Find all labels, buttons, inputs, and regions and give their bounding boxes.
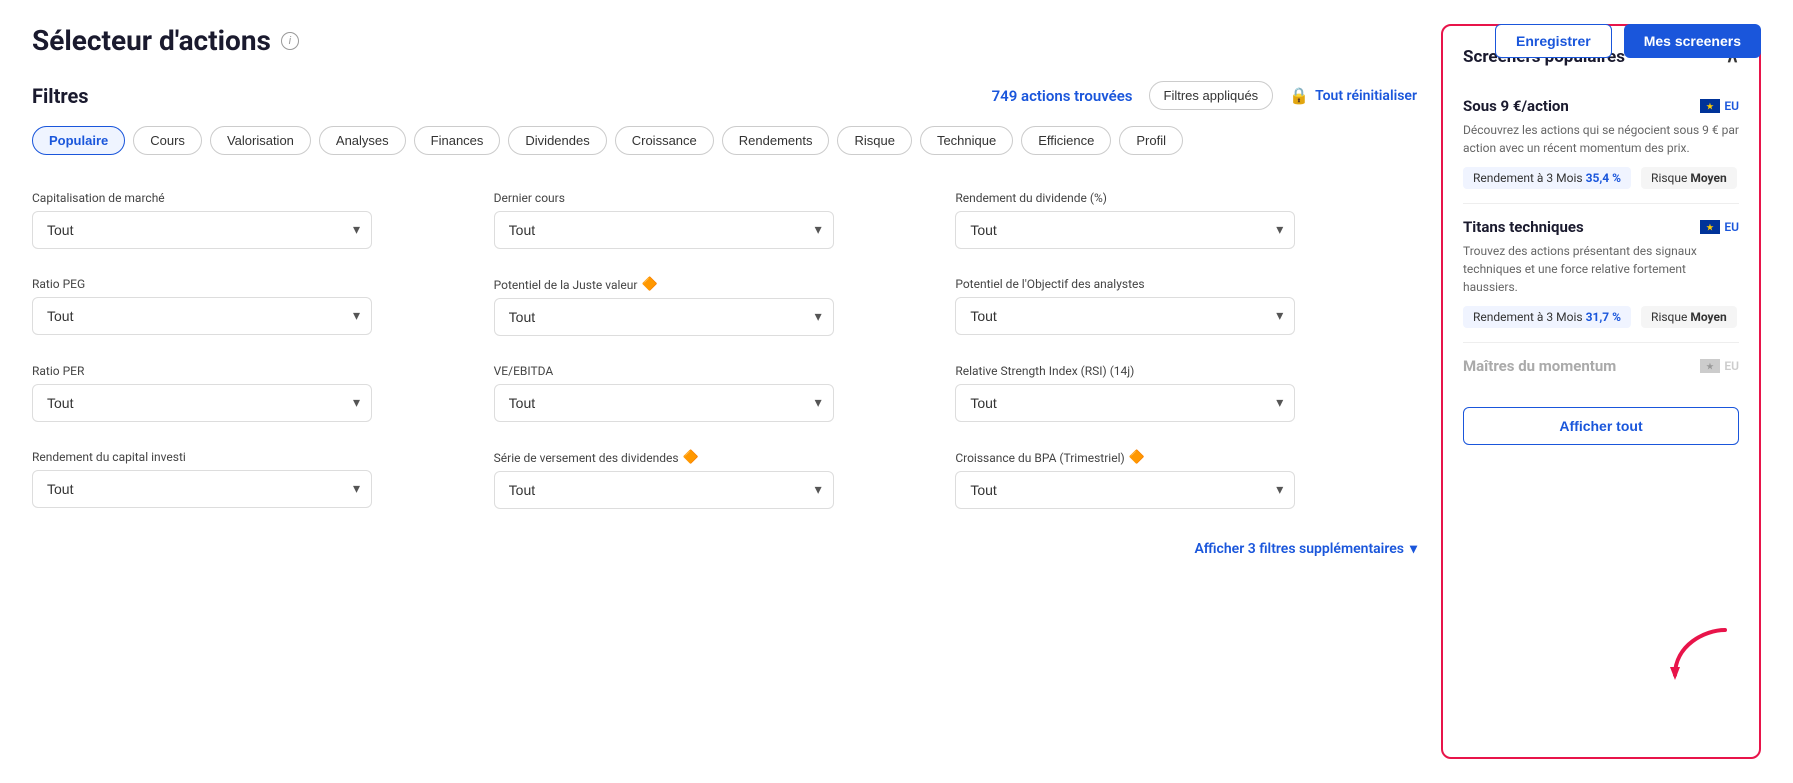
stat-risque-titans: Risque Moyen (1641, 306, 1737, 328)
info-icon[interactable]: i (281, 32, 299, 50)
filter-select-capitalisation[interactable]: Tout (32, 211, 372, 249)
chevron-down-icon: ▾ (1410, 541, 1417, 557)
eu-badge-sous-9: ★ EU (1700, 99, 1739, 113)
filter-select-objectif-analystes[interactable]: Tout (955, 297, 1295, 335)
tab-finances[interactable]: Finances (414, 126, 501, 155)
eu-flag-maitres: ★ (1700, 359, 1720, 373)
filter-label-objectif-analystes: Potentiel de l'Objectif des analystes (955, 277, 1417, 291)
filters-applied-button[interactable]: Filtres appliqués (1149, 81, 1274, 110)
svg-text:★: ★ (1707, 362, 1715, 371)
filter-select-rci[interactable]: Tout (32, 470, 372, 508)
filter-label-rendement-dividende: Rendement du dividende (%) (955, 191, 1417, 205)
stat-rendement-3mois-titans: Rendement à 3 Mois 31,7 % (1463, 306, 1631, 328)
tab-analyses[interactable]: Analyses (319, 126, 406, 155)
svg-text:★: ★ (1707, 102, 1715, 111)
filter-group-capitalisation: Capitalisation de marché Tout (32, 179, 494, 265)
tab-croissance[interactable]: Croissance (615, 126, 714, 155)
screener-card-titans: Titans techniques ★ EU Trouvez des actio… (1463, 204, 1739, 343)
tab-efficience[interactable]: Efficience (1021, 126, 1111, 155)
premium-icon-serie-dividendes: 🔶 (683, 450, 699, 465)
filter-grid: Capitalisation de marché Tout Dernier co… (32, 179, 1417, 525)
filter-label-juste-valeur: Potentiel de la Juste valeur 🔶 (494, 277, 956, 292)
filter-select-rendement-dividende[interactable]: Tout (955, 211, 1295, 249)
filter-label-ve-ebitda: VE/EBITDA (494, 364, 956, 378)
screener-card-sous-9: Sous 9 €/action ★ EU Découvrez les actio… (1463, 83, 1739, 204)
screeners-sidebar: Screeners populaires ∧ Sous 9 €/action ★… (1441, 24, 1761, 759)
tab-profil[interactable]: Profil (1119, 126, 1183, 155)
screener-name-sous-9: Sous 9 €/action (1463, 97, 1569, 115)
arrow-annotation (1665, 625, 1735, 689)
page-title: Sélecteur d'actions (32, 24, 271, 57)
screener-name-titans: Titans techniques (1463, 218, 1584, 236)
premium-icon-croissance-bpa: 🔶 (1129, 450, 1145, 465)
reset-all-button[interactable]: 🔒 Tout réinitialiser (1289, 86, 1417, 105)
show-all-button[interactable]: Afficher tout (1463, 407, 1739, 445)
filter-label-ratio-per: Ratio PER (32, 364, 494, 378)
filter-select-rsi[interactable]: Tout (955, 384, 1295, 422)
filter-select-croissance-bpa[interactable]: Tout (955, 471, 1295, 509)
filter-select-ratio-per[interactable]: Tout (32, 384, 372, 422)
tab-risque[interactable]: Risque (837, 126, 911, 155)
filter-label-croissance-bpa: Croissance du BPA (Trimestriel) 🔶 (955, 450, 1417, 465)
eu-badge-titans: ★ EU (1700, 220, 1739, 234)
filter-group-rci: Rendement du capital investi Tout (32, 438, 494, 525)
screener-desc-titans: Trouvez des actions présentant des signa… (1463, 242, 1739, 296)
filter-label-dernier-cours: Dernier cours (494, 191, 956, 205)
screener-stats-titans: Rendement à 3 Mois 31,7 % Risque Moyen (1463, 306, 1739, 328)
filter-label-rci: Rendement du capital investi (32, 450, 494, 464)
filter-label-ratio-peg: Ratio PEG (32, 277, 494, 291)
filter-group-juste-valeur: Potentiel de la Juste valeur 🔶 Tout (494, 265, 956, 352)
eu-badge-maitres: ★ EU (1700, 359, 1739, 373)
results-count: 749 actions trouvées (992, 87, 1133, 105)
tab-dividendes[interactable]: Dividendes (508, 126, 606, 155)
filter-group-ve-ebitda: VE/EBITDA Tout (494, 352, 956, 438)
screener-stats-sous-9: Rendement à 3 Mois 35,4 % Risque Moyen (1463, 167, 1739, 189)
filter-select-ve-ebitda[interactable]: Tout (494, 384, 834, 422)
reset-icon: 🔒 (1289, 86, 1309, 105)
svg-text:★: ★ (1707, 223, 1715, 232)
tab-valorisation[interactable]: Valorisation (210, 126, 311, 155)
filter-select-serie-dividendes[interactable]: Tout (494, 471, 834, 509)
eu-flag-sous-9: ★ (1700, 99, 1720, 113)
tab-rendements[interactable]: Rendements (722, 126, 830, 155)
filter-group-objectif-analystes: Potentiel de l'Objectif des analystes To… (955, 265, 1417, 352)
stat-risque-sous-9: Risque Moyen (1641, 167, 1737, 189)
filter-group-rendement-dividende: Rendement du dividende (%) Tout (955, 179, 1417, 265)
filter-select-dernier-cours[interactable]: Tout (494, 211, 834, 249)
filter-group-serie-dividendes: Série de versement des dividendes 🔶 Tout (494, 438, 956, 525)
filter-group-ratio-peg: Ratio PEG Tout (32, 265, 494, 352)
screener-desc-sous-9: Découvrez les actions qui se négocient s… (1463, 121, 1739, 157)
filter-group-croissance-bpa: Croissance du BPA (Trimestriel) 🔶 Tout (955, 438, 1417, 525)
filter-group-ratio-per: Ratio PER Tout (32, 352, 494, 438)
filter-group-rsi: Relative Strength Index (RSI) (14j) Tout (955, 352, 1417, 438)
screeners-list: Sous 9 €/action ★ EU Découvrez les actio… (1463, 83, 1739, 395)
save-button[interactable]: Enregistrer (1495, 24, 1612, 58)
stat-rendement-3mois-sous-9: Rendement à 3 Mois 35,4 % (1463, 167, 1631, 189)
filter-select-ratio-peg[interactable]: Tout (32, 297, 372, 335)
screener-card-maitres: Maîtres du momentum ★ EU (1463, 343, 1739, 395)
tab-populaire[interactable]: Populaire (32, 126, 125, 155)
filter-tabs: Populaire Cours Valorisation Analyses Fi… (32, 126, 1417, 155)
filter-label-serie-dividendes: Série de versement des dividendes 🔶 (494, 450, 956, 465)
filter-label-capitalisation: Capitalisation de marché (32, 191, 494, 205)
filter-label-rsi: Relative Strength Index (RSI) (14j) (955, 364, 1417, 378)
screener-name-maitres: Maîtres du momentum (1463, 357, 1616, 375)
filters-title: Filtres (32, 84, 89, 108)
premium-icon-juste-valeur: 🔶 (641, 277, 657, 292)
tab-cours[interactable]: Cours (133, 126, 202, 155)
tab-technique[interactable]: Technique (920, 126, 1013, 155)
my-screeners-button[interactable]: Mes screeners (1624, 24, 1761, 58)
filter-group-dernier-cours: Dernier cours Tout (494, 179, 956, 265)
eu-flag-titans: ★ (1700, 220, 1720, 234)
filter-select-juste-valeur[interactable]: Tout (494, 298, 834, 336)
show-more-filters-button[interactable]: Afficher 3 filtres supplémentaires ▾ (32, 541, 1417, 557)
